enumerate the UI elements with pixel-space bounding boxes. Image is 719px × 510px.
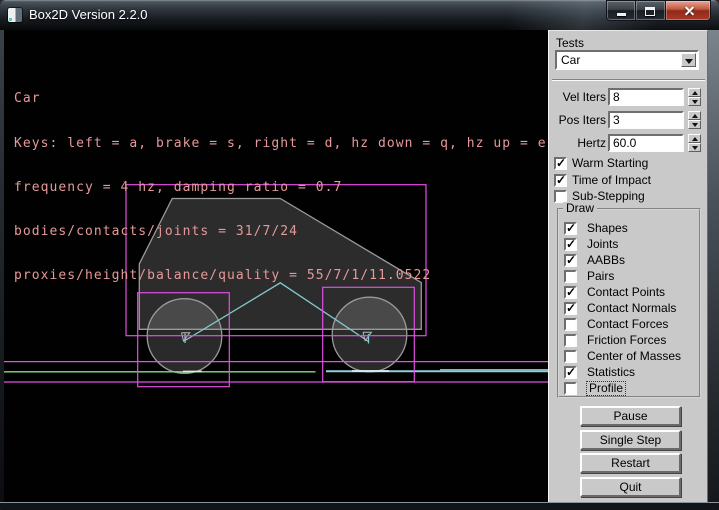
panel-separator xyxy=(552,79,705,81)
contact-forces-label: Contact Forces xyxy=(587,318,668,331)
hertz-label: Hertz xyxy=(549,136,606,150)
window-border-bottom xyxy=(0,502,719,510)
restart-button[interactable]: Restart xyxy=(580,453,681,473)
pos-iters-down-button[interactable] xyxy=(688,120,701,129)
title-bar[interactable]: Box2D Version 2.2.0 xyxy=(0,0,719,30)
vel-iters-label: Vel Iters xyxy=(549,90,606,104)
vel-iters-up-button[interactable] xyxy=(688,88,701,97)
checkbox-box[interactable] xyxy=(564,286,577,299)
statistics-label: Statistics xyxy=(587,366,635,379)
checkbox-box[interactable] xyxy=(564,254,577,267)
close-button[interactable] xyxy=(665,0,711,21)
vel-iters-spinner xyxy=(688,88,701,106)
control-panel: Tests Car Vel Iters 8 Pos Iters 3 xyxy=(548,30,708,502)
pause-button[interactable]: Pause xyxy=(580,406,681,426)
maximize-icon xyxy=(645,7,655,16)
close-icon xyxy=(683,5,695,17)
shapes-label: Shapes xyxy=(587,222,628,235)
pos-iters-row: Pos Iters 3 xyxy=(549,111,709,129)
contact-normals-label: Contact Normals xyxy=(587,302,676,315)
simulation-viewport[interactable]: Car Keys: left = a, brake = s, right = d… xyxy=(4,30,548,502)
pos-iters-field[interactable]: 3 xyxy=(608,111,684,129)
window-border-left xyxy=(0,30,4,502)
aabbs-label: AABBs xyxy=(587,254,625,267)
checkbox-box[interactable] xyxy=(564,366,577,379)
minimize-button[interactable] xyxy=(606,0,636,21)
pos-iters-label: Pos Iters xyxy=(549,113,606,127)
single-step-button[interactable]: Single Step xyxy=(580,430,681,450)
checkbox-box[interactable] xyxy=(564,382,577,395)
bodies-stats-text: bodies/contacts/joints = 31/7/24 xyxy=(14,225,547,240)
hertz-spinner xyxy=(688,134,701,152)
warm-starting-label: Warm Starting xyxy=(572,157,648,170)
pos-iters-up-button[interactable] xyxy=(688,111,701,120)
arrow-up-icon xyxy=(692,137,698,141)
proxies-stats-text: proxies/height/balance/quality = 55/7/1/… xyxy=(14,269,547,284)
checkbox-box[interactable] xyxy=(554,174,567,187)
checkbox-box[interactable] xyxy=(564,222,577,235)
checkbox-box[interactable] xyxy=(564,270,577,283)
app-window: Box2D Version 2.2.0 xyxy=(0,0,719,510)
vel-iters-row: Vel Iters 8 xyxy=(549,88,709,106)
pos-iters-value: 3 xyxy=(613,113,620,127)
profile-label: Profile xyxy=(587,382,625,395)
pairs-label: Pairs xyxy=(587,270,614,283)
pos-iters-spinner xyxy=(688,111,701,129)
checkbox-box[interactable] xyxy=(564,350,577,363)
maximize-button[interactable] xyxy=(636,0,665,21)
tests-dropdown-arrow-button[interactable] xyxy=(681,53,696,67)
checkbox-box[interactable] xyxy=(554,157,567,170)
vel-iters-down-button[interactable] xyxy=(688,97,701,106)
caption-buttons xyxy=(606,0,711,21)
contact-points-label: Contact Points xyxy=(587,286,665,299)
time-of-impact-label: Time of Impact xyxy=(572,174,651,187)
joints-label: Joints xyxy=(587,238,618,251)
vel-iters-field[interactable]: 8 xyxy=(608,88,684,106)
quit-button[interactable]: Quit xyxy=(580,477,681,497)
window-border-right xyxy=(708,30,719,502)
app-icon[interactable] xyxy=(8,8,22,22)
hertz-up-button[interactable] xyxy=(688,134,701,143)
center-of-masses-label: Center of Masses xyxy=(587,350,681,363)
chevron-down-icon xyxy=(685,59,693,64)
vel-iters-value: 8 xyxy=(613,90,620,104)
friction-forces-label: Friction Forces xyxy=(587,334,666,347)
checkbox-box[interactable] xyxy=(564,302,577,315)
hertz-value: 60.0 xyxy=(613,136,636,150)
tests-label: Tests xyxy=(556,36,584,50)
arrow-down-icon xyxy=(692,100,698,104)
statistics-text: Car Keys: left = a, brake = s, right = d… xyxy=(14,63,547,313)
checkbox-box[interactable] xyxy=(564,318,577,331)
draw-group-title: Draw xyxy=(563,202,597,215)
arrow-up-icon xyxy=(692,114,698,118)
window-title: Box2D Version 2.2.0 xyxy=(29,0,148,29)
arrow-down-icon xyxy=(692,146,698,150)
arrow-down-icon xyxy=(692,123,698,127)
draw-group-box: Draw Shapes Joints AABBs Pairs Contact P… xyxy=(557,208,701,398)
hertz-down-button[interactable] xyxy=(688,143,701,152)
tests-dropdown-value: Car xyxy=(561,52,580,68)
checkbox-box[interactable] xyxy=(564,238,577,251)
tests-dropdown[interactable]: Car xyxy=(555,50,699,70)
arrow-up-icon xyxy=(692,91,698,95)
test-title-text: Car xyxy=(14,92,547,107)
checkbox-box[interactable] xyxy=(564,334,577,347)
hertz-row: Hertz 60.0 xyxy=(549,134,709,152)
minimize-icon xyxy=(617,13,626,16)
keys-help-text: Keys: left = a, brake = s, right = d, hz… xyxy=(14,137,547,152)
frequency-text: frequency = 4 hz, damping ratio = 0.7 xyxy=(14,181,547,196)
hertz-field[interactable]: 60.0 xyxy=(608,134,684,152)
